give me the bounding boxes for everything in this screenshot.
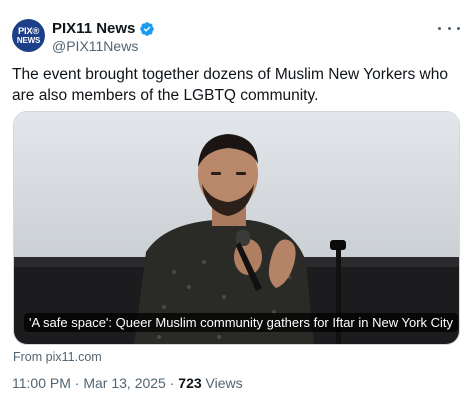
tweet-date[interactable]: Mar 13, 2025 (83, 375, 166, 391)
card-source-link[interactable]: From pix11.com (13, 350, 102, 364)
card-caption: 'A safe space': Queer Muslim community g… (24, 313, 459, 332)
avatar-logo-line1: PIX® (17, 25, 40, 37)
tweet-card[interactable]: PIX® NEWS PIX11 News @PIX11News The even… (0, 0, 474, 403)
verified-badge-icon (139, 21, 155, 37)
dot (447, 26, 451, 30)
tweet-meta: 11:00 PM · Mar 13, 2025 · 723 Views (12, 375, 243, 391)
author-name-row[interactable]: PIX11 News (52, 20, 155, 38)
views-label: Views (201, 375, 243, 391)
dot (457, 26, 460, 30)
meta-separator: · (165, 375, 179, 391)
author-name[interactable]: PIX11 News (52, 20, 135, 38)
tweet-time[interactable]: 11:00 PM (12, 375, 71, 391)
author-handle[interactable]: @PIX11News (52, 38, 138, 55)
views-count[interactable]: 723 (178, 375, 201, 391)
video-still-image (14, 112, 459, 344)
meta-separator: · (70, 375, 84, 391)
link-card-media[interactable]: 'A safe space': Queer Muslim community g… (13, 111, 460, 345)
tweet-text: The event brought together dozens of Mus… (12, 66, 448, 104)
avatar[interactable]: PIX® NEWS (12, 19, 45, 52)
more-dots-icon[interactable] (438, 20, 460, 36)
dot (438, 26, 441, 30)
avatar-logo-line2: NEWS (16, 35, 41, 45)
